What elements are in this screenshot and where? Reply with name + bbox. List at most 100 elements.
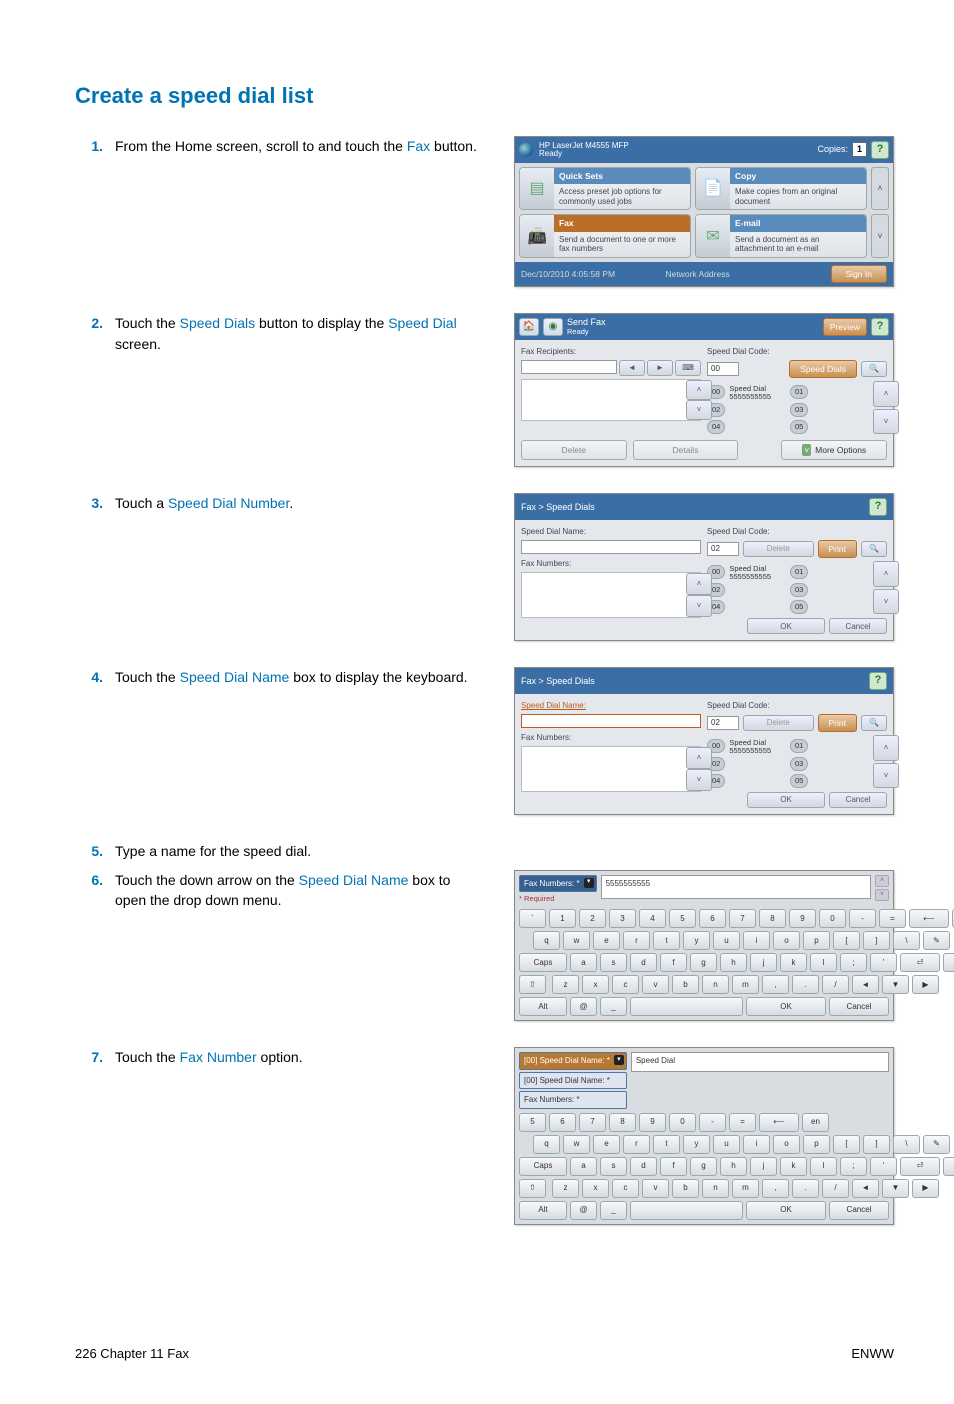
help-icon[interactable]: ?	[869, 672, 887, 690]
key[interactable]: \	[893, 1135, 920, 1154]
search-icon[interactable]: 🔍	[861, 541, 887, 557]
key[interactable]: -	[849, 909, 876, 928]
key[interactable]: v	[642, 975, 669, 994]
next-icon[interactable]: ►	[647, 360, 673, 376]
dropdown-item-fax-numbers[interactable]: Fax Numbers: *	[519, 1091, 627, 1109]
key[interactable]: k	[780, 953, 807, 972]
key[interactable]: d	[630, 953, 657, 972]
key[interactable]: '	[870, 953, 897, 972]
key[interactable]: 8	[609, 1113, 636, 1132]
ok-button[interactable]: OK	[747, 618, 825, 634]
key[interactable]: h	[720, 953, 747, 972]
copies-field[interactable]: 1	[852, 142, 867, 157]
speed-dial-name-input[interactable]	[521, 540, 701, 554]
key[interactable]: r	[623, 1135, 650, 1154]
network-address-button[interactable]: Network Address	[665, 268, 729, 280]
key[interactable]: l	[810, 953, 837, 972]
caps-key[interactable]: Caps	[519, 1157, 567, 1176]
code-input[interactable]: 02	[707, 542, 739, 556]
lang-key[interactable]: en	[802, 1113, 829, 1132]
key[interactable]: =	[729, 1113, 756, 1132]
key[interactable]: ;	[840, 953, 867, 972]
backspace-key[interactable]: ⟵	[909, 909, 949, 928]
scroll-up-icon[interactable]: ˄	[871, 167, 889, 211]
arrow-left-key[interactable]: ◄	[852, 1179, 879, 1198]
key[interactable]: g	[690, 953, 717, 972]
key[interactable]: m	[732, 1179, 759, 1198]
enter-key[interactable]: ⏎	[900, 953, 940, 972]
key[interactable]: ]	[863, 931, 890, 950]
sd-01[interactable]: 01	[790, 565, 808, 579]
key[interactable]: f	[660, 953, 687, 972]
key[interactable]: v	[642, 1179, 669, 1198]
key[interactable]: z	[552, 1179, 579, 1198]
chevron-down-icon[interactable]: ▾	[584, 878, 594, 888]
key[interactable]: 0	[819, 909, 846, 928]
key[interactable]: s	[600, 953, 627, 972]
speed-dial-name-input[interactable]	[521, 714, 701, 728]
key[interactable]: j	[750, 953, 777, 972]
sd-05[interactable]: 05	[790, 600, 808, 614]
scroll-up-icon[interactable]: ˄	[873, 381, 899, 407]
key[interactable]: .	[792, 1179, 819, 1198]
arrow-up-key[interactable]: ▲	[943, 1157, 954, 1176]
scroll-down-icon[interactable]: ˅	[875, 889, 889, 901]
key[interactable]: j	[750, 1157, 777, 1176]
key[interactable]: ;	[840, 1157, 867, 1176]
key[interactable]: 5	[669, 909, 696, 928]
key[interactable]: y	[683, 931, 710, 950]
key[interactable]: e	[593, 1135, 620, 1154]
key[interactable]: c	[612, 975, 639, 994]
key[interactable]: y	[683, 1135, 710, 1154]
key[interactable]: 3	[609, 909, 636, 928]
sd-03[interactable]: 03	[790, 583, 808, 597]
key[interactable]: c	[612, 1179, 639, 1198]
start-icon[interactable]: ◉	[543, 318, 563, 336]
key[interactable]: /	[822, 1179, 849, 1198]
underscore-key[interactable]: _	[600, 997, 627, 1016]
key[interactable]: 9	[789, 909, 816, 928]
arrow-up-key[interactable]: ▲	[943, 953, 954, 972]
ok-button[interactable]: OK	[746, 997, 826, 1016]
key[interactable]: 2	[579, 909, 606, 928]
help-icon[interactable]: ?	[869, 498, 887, 516]
key[interactable]: n	[702, 1179, 729, 1198]
key[interactable]: ]	[863, 1135, 890, 1154]
scroll-down-icon[interactable]: ˅	[873, 589, 899, 615]
key[interactable]: x	[582, 975, 609, 994]
scroll-down-icon[interactable]: ˅	[871, 214, 889, 258]
arrow-right-key[interactable]: ▶	[912, 1179, 939, 1198]
keypad-icon[interactable]: ⌨	[675, 360, 701, 376]
underscore-key[interactable]: _	[600, 1201, 627, 1220]
key[interactable]: b	[672, 975, 699, 994]
key[interactable]: 7	[729, 909, 756, 928]
key[interactable]: x	[582, 1179, 609, 1198]
key[interactable]: 4	[639, 909, 666, 928]
sd-04[interactable]: 04	[707, 420, 725, 434]
caps-key[interactable]: Caps	[519, 953, 567, 972]
key[interactable]: 1	[549, 909, 576, 928]
tile-quick-sets[interactable]: ▤ Quick SetsAccess preset job options fo…	[519, 167, 691, 211]
arrow-down-key[interactable]: ▼	[882, 975, 909, 994]
more-options-button[interactable]: ˅More Options	[781, 440, 887, 460]
sd-05[interactable]: 05	[790, 420, 808, 434]
key[interactable]: -	[699, 1113, 726, 1132]
print-button[interactable]: Print	[818, 540, 857, 558]
scroll-up-icon[interactable]: ˄	[875, 875, 889, 887]
key[interactable]: b	[672, 1179, 699, 1198]
key[interactable]: 8	[759, 909, 786, 928]
clear-key[interactable]: ✎	[923, 1135, 950, 1154]
key[interactable]: a	[570, 1157, 597, 1176]
key[interactable]: ,	[762, 1179, 789, 1198]
key[interactable]: f	[660, 1157, 687, 1176]
key[interactable]: d	[630, 1157, 657, 1176]
enter-key[interactable]: ⏎	[900, 1157, 940, 1176]
search-icon[interactable]: 🔍	[861, 715, 887, 731]
arrow-left-key[interactable]: ◄	[852, 975, 879, 994]
alt-key[interactable]: Alt	[519, 997, 567, 1016]
scroll-up-icon[interactable]: ˄	[686, 573, 712, 595]
key[interactable]: u	[713, 931, 740, 950]
key[interactable]: o	[773, 931, 800, 950]
arrow-right-key[interactable]: ▶	[912, 975, 939, 994]
cancel-button[interactable]: Cancel	[829, 618, 887, 634]
